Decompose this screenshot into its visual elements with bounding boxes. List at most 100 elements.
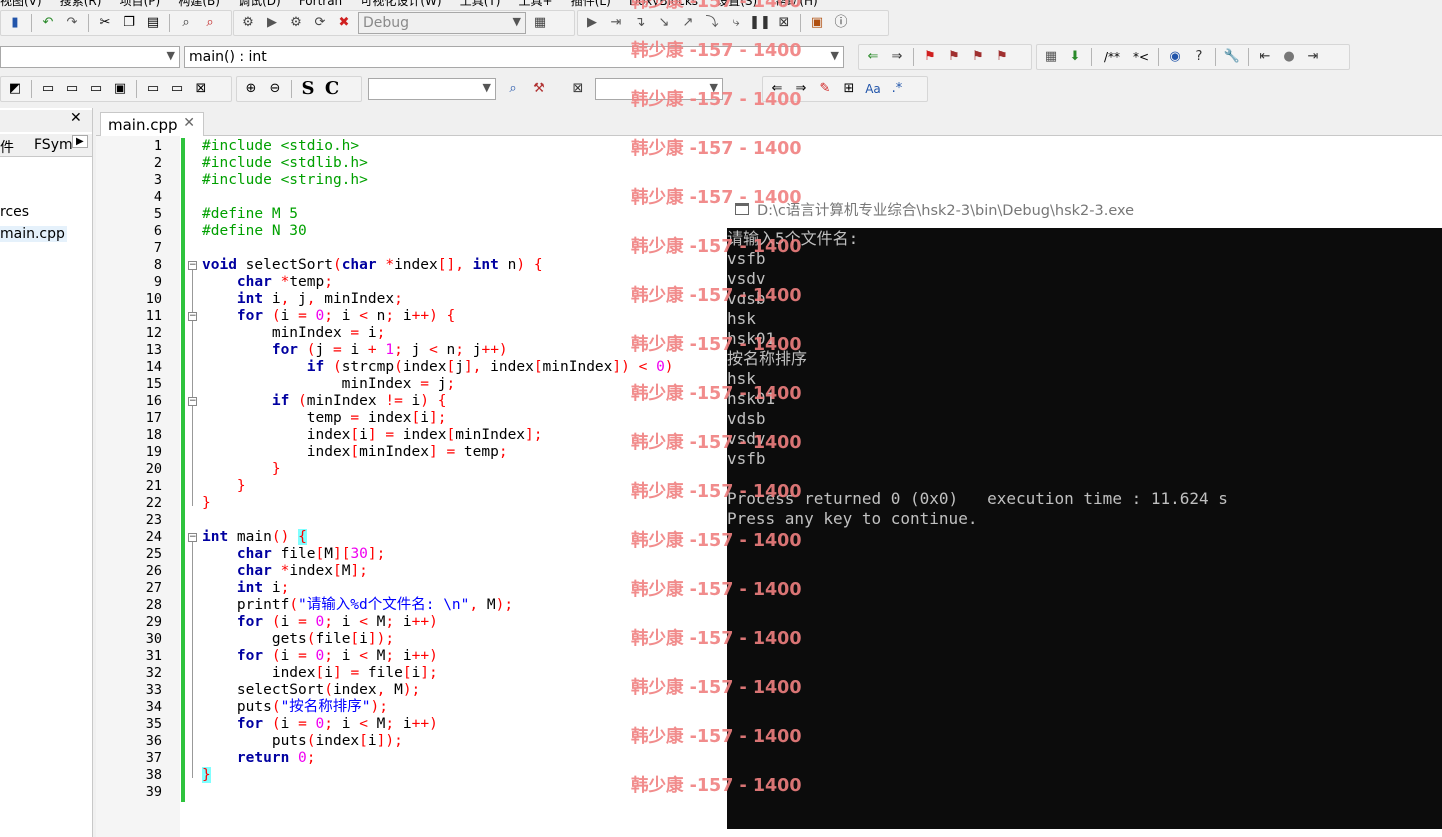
undo-icon[interactable]: ↶ [38, 13, 58, 33]
s-button[interactable]: S [298, 79, 318, 99]
html-docs-icon[interactable]: ◉ [1165, 47, 1185, 67]
c-button[interactable]: C [322, 79, 342, 99]
menu-search[interactable]: 搜索(R) [60, 0, 102, 7]
debug-continue-icon[interactable]: ▶ [582, 13, 602, 33]
code-line-18: index[i] = index[minIndex]; [202, 427, 543, 443]
doxywizard-icon[interactable]: ▦ [1041, 47, 1061, 67]
line-number: 11 [145, 308, 162, 324]
code-line-31: for (i = 0; i < M; i++) [236, 648, 438, 664]
paste-icon[interactable]: ▤ [143, 13, 163, 33]
line-number: 32 [145, 665, 162, 681]
line-number: 7 [153, 240, 162, 256]
menu-visual-design[interactable]: 可视化设计(W) [360, 0, 441, 7]
fold-marker[interactable]: − [188, 533, 197, 542]
clear-bookmarks-icon[interactable]: ⚑ [992, 47, 1012, 67]
jump-prev-change-icon[interactable]: ⇤ [1255, 47, 1275, 67]
menu-view[interactable]: 视图(V) [0, 0, 42, 7]
build-run-icon[interactable]: ⚙ [286, 13, 306, 33]
step-instruction-icon[interactable]: ⤷ [726, 13, 746, 33]
help-icon[interactable]: ? [1189, 47, 1209, 67]
clear-search-icon[interactable]: ⊠ [568, 79, 588, 99]
frame-icon[interactable]: ▭ [143, 79, 163, 99]
record-icon[interactable]: ● [1279, 47, 1299, 67]
rebuild-icon[interactable]: ⟳ [310, 13, 330, 33]
panel2-icon[interactable]: ▭ [62, 79, 82, 99]
next-instruction-icon[interactable]: ⤵ [702, 13, 722, 33]
scrolled-icon[interactable]: ⊠ [191, 79, 211, 99]
tree-item-sources[interactable]: rces [0, 204, 29, 220]
menu-project[interactable]: 项目(P) [120, 0, 161, 7]
line-comment-icon[interactable]: *< [1130, 47, 1152, 67]
static-line-icon[interactable]: ◩ [5, 79, 25, 99]
scope-select[interactable]: ▼ [0, 46, 180, 68]
selected-text-icon[interactable]: ⊞ [839, 79, 859, 99]
close-icon[interactable]: ✕ [183, 115, 195, 131]
step-out-icon[interactable]: ↗ [678, 13, 698, 33]
tab-main-cpp[interactable]: main.cpp ✕ [100, 112, 204, 136]
replace-icon[interactable]: ⌕ [200, 13, 220, 33]
menu-tools[interactable]: 工具(T) [460, 0, 501, 7]
tab-scroll-icon[interactable]: ▶ [72, 135, 88, 148]
fold-marker[interactable]: − [188, 312, 197, 321]
wrench-icon[interactable]: 🔧 [1222, 47, 1242, 67]
debug-windows-icon[interactable]: ▣ [807, 13, 827, 33]
search-options-icon[interactable]: ⚒ [529, 79, 549, 99]
pause-icon[interactable]: ❚❚ [749, 13, 771, 33]
console-title-bar[interactable]: D:\c语言计算机专业综合\hsk2-3\bin\Debug\hsk2-3.ex… [727, 190, 1442, 228]
match-case-icon[interactable]: Aa [863, 79, 883, 99]
menu-tools-plus[interactable]: 工具+ [519, 0, 553, 7]
highlight-icon[interactable]: ✎ [815, 79, 835, 99]
redo-icon[interactable]: ↷ [62, 13, 82, 33]
info-icon[interactable]: ⓘ [831, 13, 851, 33]
panel3-icon[interactable]: ▭ [86, 79, 106, 99]
fold-marker[interactable]: − [188, 397, 197, 406]
close-icon[interactable]: ✕ [70, 110, 82, 126]
gear-icon[interactable]: ⚙ [238, 13, 258, 33]
menu-fortran[interactable]: Fortran [299, 0, 342, 7]
code-line-28: printf("请输入%d个文件名: \n", M); [202, 597, 514, 613]
save-icon[interactable]: ▮ [5, 13, 25, 33]
jump-next-change-icon[interactable]: ⇥ [1303, 47, 1323, 67]
code-line-15: minIndex = j; [202, 376, 456, 392]
chevron-down-icon: ▼ [512, 15, 521, 28]
extract-docs-icon[interactable]: ⬇ [1065, 47, 1085, 67]
target-options-icon[interactable]: ▦ [530, 13, 550, 33]
tab-files[interactable]: 件 [0, 137, 14, 157]
tab-fsymbols[interactable]: FSym [34, 137, 73, 153]
panel-icon[interactable]: ▭ [38, 79, 58, 99]
copy-icon[interactable]: ❐ [119, 13, 139, 33]
fold-marker[interactable]: − [188, 261, 197, 270]
cut-icon[interactable]: ✂ [95, 13, 115, 33]
line-number: 10 [145, 291, 162, 307]
tree-item-main-cpp[interactable]: main.cpp [0, 226, 67, 242]
menu-build[interactable]: 构建(B) [178, 0, 220, 7]
regex-icon[interactable]: .* [887, 79, 907, 99]
code-line-3: #include <string.h> [202, 172, 368, 188]
toggle-bookmark-icon[interactable]: ⚑ [920, 47, 940, 67]
menu-debug[interactable]: 调试(D) [238, 0, 281, 7]
stop-debug-icon[interactable]: ⊠ [774, 13, 794, 33]
find-icon[interactable]: ⌕ [176, 13, 196, 33]
menu-plugins[interactable]: 插件(L) [571, 0, 611, 7]
panel4-icon[interactable]: ▣ [110, 79, 130, 99]
build-target-select[interactable]: Debug ▼ [358, 12, 526, 34]
run-icon[interactable]: ▶ [262, 13, 282, 33]
code-line-17: temp = index[i]; [202, 410, 447, 426]
prev-bookmark-icon[interactable]: ⚑ [944, 47, 964, 67]
step-into-icon[interactable]: ↘ [654, 13, 674, 33]
run-to-cursor-icon[interactable]: ⇥ [606, 13, 626, 33]
zoom-out-icon[interactable]: ⊖ [265, 79, 285, 99]
search-icon[interactable]: ⌕ [503, 79, 523, 99]
jump-back-icon[interactable]: ⇐ [863, 47, 883, 67]
dialog-icon[interactable]: ▭ [167, 79, 187, 99]
console-title: D:\c语言计算机专业综合\hsk2-3\bin\Debug\hsk2-3.ex… [757, 202, 1135, 219]
line-number: 17 [145, 410, 162, 426]
jump-forward-icon[interactable]: ⇒ [887, 47, 907, 67]
watermark-text: 韩少康 -157 - 1400 [631, 531, 802, 551]
search-combo[interactable]: ▼ [368, 78, 496, 100]
next-bookmark-icon[interactable]: ⚑ [968, 47, 988, 67]
block-comment-icon[interactable]: /** [1098, 47, 1126, 67]
next-line-icon[interactable]: ↴ [630, 13, 650, 33]
zoom-in-icon[interactable]: ⊕ [241, 79, 261, 99]
abort-icon[interactable]: ✖ [334, 13, 354, 33]
